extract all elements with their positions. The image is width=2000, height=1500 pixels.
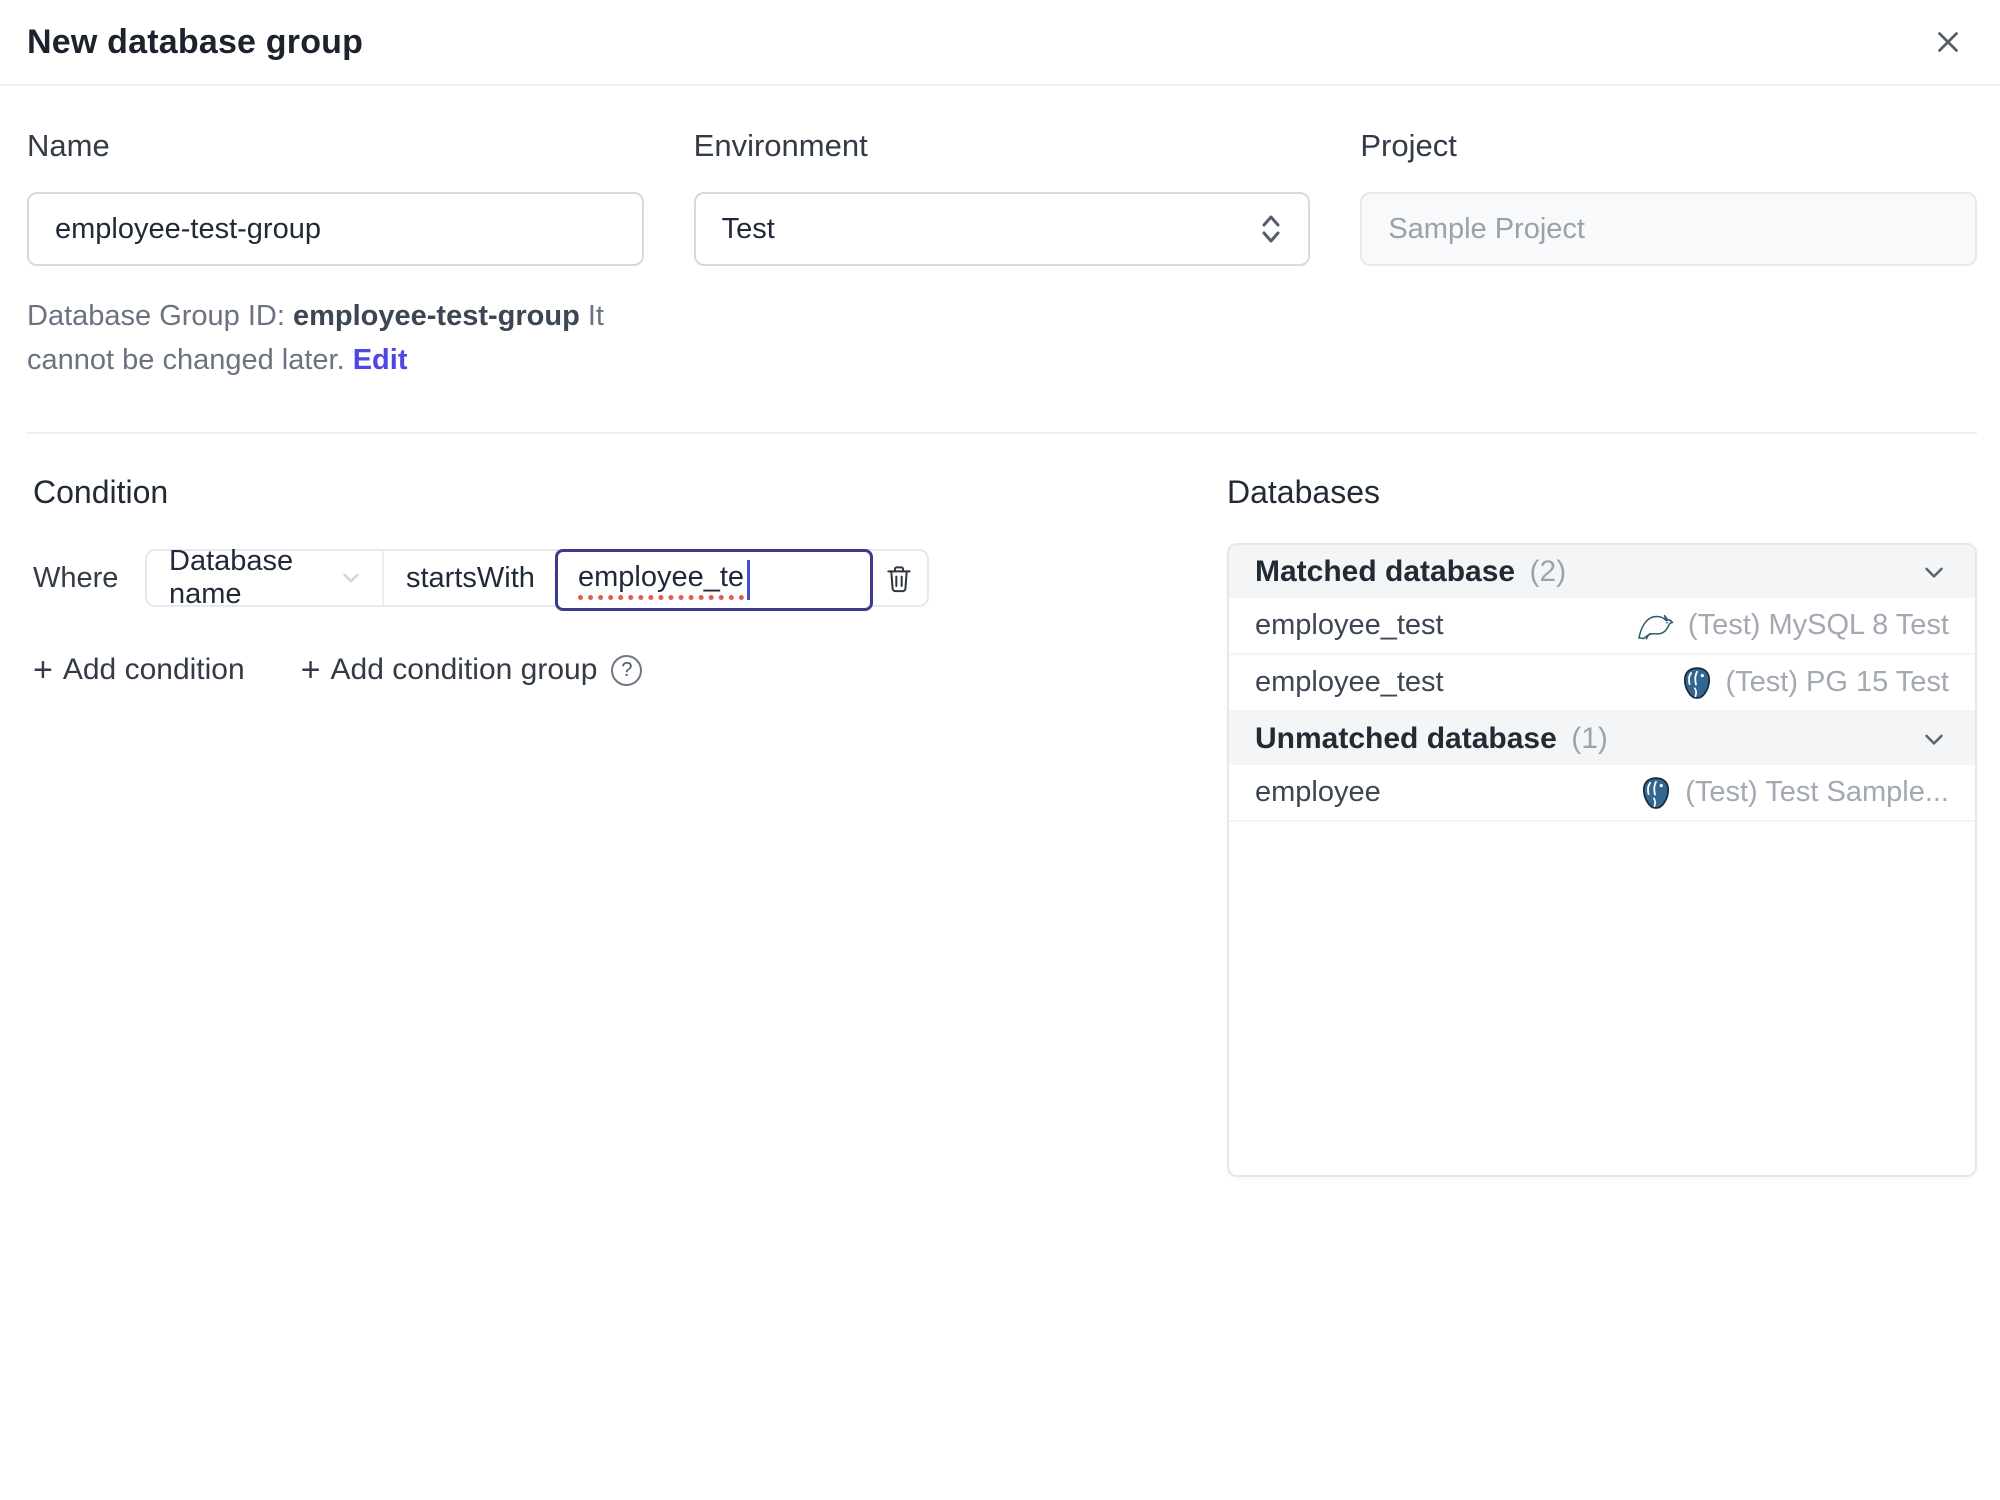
help-icon[interactable]: ? <box>611 654 643 686</box>
close-icon <box>1931 25 1965 59</box>
matched-database-header[interactable]: Matched database (2) <box>1229 545 1975 599</box>
dialog-title: New database group <box>27 22 364 61</box>
environment-select[interactable]: Test <box>693 192 1311 266</box>
postgresql-icon <box>1639 776 1673 810</box>
condition-operator-value: startsWith <box>406 561 535 594</box>
chevron-down-icon <box>1919 724 1949 754</box>
matched-database-label: Matched database <box>1255 554 1516 588</box>
add-condition-label: Add condition <box>62 653 245 687</box>
environment-field-group: Environment Test <box>693 128 1311 382</box>
unmatched-database-count: (1) <box>1571 721 1608 755</box>
unmatched-database-label: Unmatched database <box>1255 721 1557 755</box>
name-field-group: Name Database Group ID: employee-test-gr… <box>27 128 644 382</box>
updown-chevrons-icon <box>1260 212 1282 246</box>
condition-factor-value: Database name <box>169 545 294 611</box>
mysql-icon <box>1636 610 1676 642</box>
database-instance: (Test) Test Sample... <box>1685 776 1949 809</box>
database-name: employee_test <box>1255 609 1444 642</box>
database-row[interactable]: employee_test (Test) MySQL 8 Test <box>1229 598 1975 656</box>
trash-icon <box>883 562 915 594</box>
group-id-helper: Database Group ID: employee-test-group I… <box>27 294 644 382</box>
edit-id-link[interactable]: Edit <box>353 344 408 376</box>
databases-panel: Matched database (2) employee_test (Test… <box>1227 543 1977 1178</box>
form-section: Name Database Group ID: employee-test-gr… <box>0 86 2000 382</box>
chevron-down-icon <box>1919 557 1949 587</box>
postgresql-icon <box>1680 666 1714 700</box>
database-instance: (Test) MySQL 8 Test <box>1687 609 1949 642</box>
project-label: Project <box>1360 128 1457 163</box>
plus-icon: + <box>33 651 53 690</box>
condition-value-input[interactable]: employee_te <box>555 549 873 612</box>
database-row[interactable]: employee (Test) Test Sample... <box>1229 765 1975 823</box>
delete-condition-button[interactable] <box>871 551 927 605</box>
condition-section: Condition Where Database name startsWith <box>27 474 1187 687</box>
group-id-prefix: Database Group ID: <box>27 300 293 332</box>
environment-label: Environment <box>693 128 868 163</box>
database-instance: (Test) PG 15 Test <box>1725 666 1950 699</box>
environment-selected-value: Test <box>721 212 775 245</box>
databases-heading: Databases <box>1227 474 1380 511</box>
where-label: Where <box>33 561 119 594</box>
databases-section: Databases Matched database (2) employee_… <box>1227 474 1977 1178</box>
add-condition-group-button[interactable]: + Add condition group ? <box>301 653 643 687</box>
database-row[interactable]: employee_test (Test) PG 15 Test <box>1229 655 1975 713</box>
matched-database-count: (2) <box>1529 554 1567 588</box>
dialog-header: New database group <box>0 0 2000 86</box>
project-field-group: Project <box>1360 128 1977 382</box>
condition-value-text: employee_te <box>578 561 745 600</box>
group-id-value: employee-test-group <box>292 300 580 332</box>
add-condition-group-label: Add condition group <box>330 653 598 687</box>
condition-operator-select[interactable]: startsWith <box>384 551 570 606</box>
text-caret <box>747 560 751 601</box>
add-condition-button[interactable]: + Add condition <box>33 653 245 687</box>
chevron-down-icon <box>338 565 364 591</box>
name-input[interactable] <box>27 192 644 266</box>
condition-group: Database name startsWith employee_te <box>145 545 929 612</box>
name-label: Name <box>27 128 110 163</box>
database-name: employee_test <box>1255 666 1444 699</box>
project-input <box>1360 192 1977 266</box>
database-name: employee <box>1255 776 1381 809</box>
unmatched-database-header[interactable]: Unmatched database (1) <box>1229 712 1975 766</box>
condition-factor-select[interactable]: Database name <box>147 545 384 610</box>
plus-icon: + <box>300 651 321 690</box>
close-button[interactable] <box>1926 20 1970 64</box>
condition-heading: Condition <box>33 474 169 511</box>
condition-actions: + Add condition + Add condition group ? <box>33 653 1187 687</box>
condition-row: Where Database name startsWith employee_… <box>33 545 1187 612</box>
